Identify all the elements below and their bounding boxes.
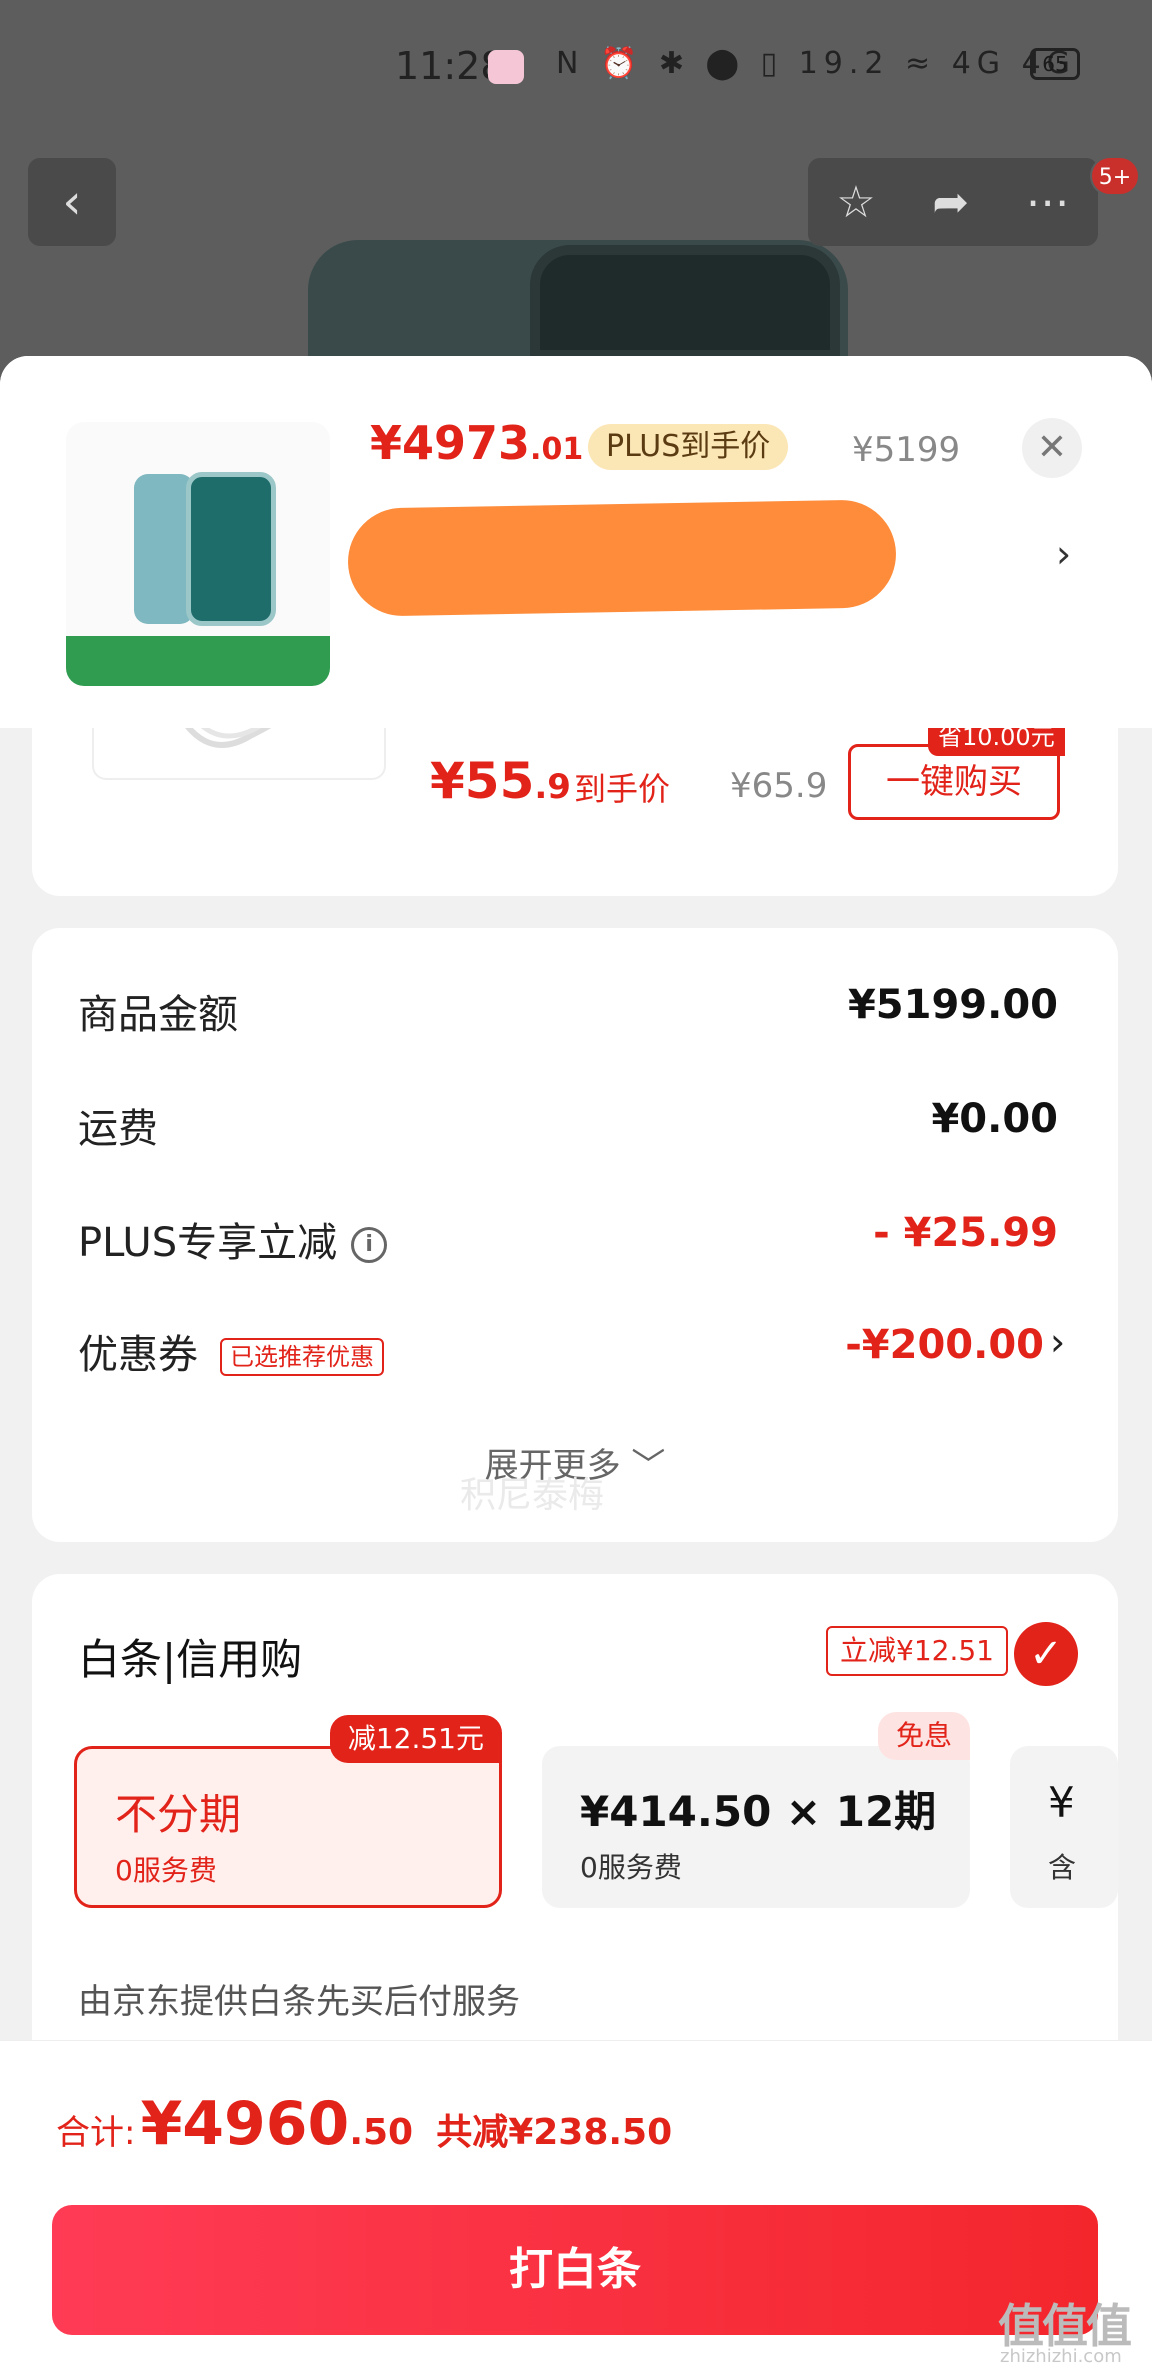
baitiao-note: 由京东提供白条先买后付服务: [78, 1982, 520, 2022]
option-badge: 减12.51元: [329, 1715, 502, 1763]
app-notification-icon: [488, 50, 524, 84]
pay-with-baitiao-button[interactable]: 打白条: [52, 2205, 1098, 2335]
notification-badge: 5+: [1090, 156, 1140, 196]
goods-amount-value: ¥5199.00: [847, 982, 1058, 1028]
watermark-url: zhizhizhi.com: [1000, 2346, 1122, 2367]
back-button[interactable]: ‹: [28, 158, 116, 246]
background-product-image-screen: [530, 245, 840, 360]
goods-amount-label: 商品金额: [78, 992, 238, 1038]
close-button[interactable]: ✕: [1022, 418, 1082, 478]
chevron-right-icon[interactable]: ›: [1056, 532, 1071, 576]
check-icon[interactable]: ✓: [1014, 1622, 1078, 1686]
total-amount: ¥4960: [140, 2089, 350, 2159]
accessory-price-tag: 到手价: [574, 770, 671, 808]
amount-breakdown-card: 商品金额 ¥5199.00 运费 ¥0.00 PLUS专享立减 i - ¥25.9…: [32, 928, 1118, 1542]
chevron-left-icon: ‹: [62, 174, 82, 230]
status-bar: 11:28 N ⏰ ✱ ⬤ ▯ 19.2 ≈ 4G 4G 65: [0, 0, 1152, 140]
coupon-value[interactable]: -¥200.00: [845, 1322, 1044, 1368]
installment-option-12[interactable]: 免息 ¥414.50 × 12期 0服务费: [542, 1712, 970, 1908]
shipping-label: 运费: [78, 1106, 158, 1152]
top-actions: ☆ ➦ ⋯: [808, 158, 1098, 246]
share-icon[interactable]: ➦: [932, 177, 969, 228]
accessory-original-price: ¥65.9: [730, 766, 828, 806]
total-label: 合计:: [56, 2113, 136, 2153]
option-fee: 含: [1048, 1851, 1077, 1884]
option-badge: 免息: [877, 1712, 970, 1760]
baitiao-title: 白条|信用购: [78, 1635, 303, 1684]
installment-option-none[interactable]: 减12.51元 不分期 0服务费: [74, 1715, 502, 1908]
phone-back-image: [134, 474, 194, 624]
product-price: ¥4973.01: [370, 416, 584, 470]
accessory-price: ¥55.9: [430, 752, 571, 810]
status-icons: N ⏰ ✱ ⬤ ▯ 19.2 ≈ 4G 4G: [556, 46, 1076, 81]
star-icon[interactable]: ☆: [836, 177, 875, 228]
option-title: 不分期: [115, 1790, 242, 1839]
original-price: ¥5199: [852, 430, 961, 470]
watermark-text: 积尼泰梅: [460, 1475, 605, 1516]
option-title: ¥: [1048, 1778, 1075, 1827]
total-summary: 合计: ¥4960.50 共减¥238.50: [56, 2089, 672, 2159]
product-header: ¥4973.01 PLUS到手价 ¥5199 ✕ ›: [0, 356, 1152, 728]
option-fee: 0服务费: [115, 1854, 217, 1887]
phone-front-image: [186, 472, 276, 626]
product-thumbnail[interactable]: [66, 422, 330, 686]
installment-option-more[interactable]: ¥ 含: [1010, 1746, 1118, 1908]
option-title: ¥414.50 × 12期: [580, 1787, 937, 1836]
plus-discount-value: - ¥25.99: [873, 1210, 1058, 1256]
option-fee: 0服务费: [580, 1851, 682, 1884]
total-saved: 共减¥238.50: [436, 2112, 673, 2153]
redaction-scribble: [347, 499, 897, 617]
more-icon[interactable]: ⋯: [1026, 177, 1070, 228]
close-icon: ✕: [1036, 427, 1068, 468]
plus-discount-label: PLUS专享立减 i: [78, 1210, 388, 1268]
baitiao-discount-tag: 立减¥12.51: [826, 1626, 1008, 1676]
promo-strip: [66, 636, 330, 686]
coupon-recommend-tag: 已选推荐优惠: [220, 1338, 384, 1376]
shipping-value: ¥0.00: [931, 1096, 1058, 1142]
chevron-right-icon[interactable]: ›: [1050, 1320, 1065, 1364]
battery-icon: 65: [1030, 48, 1080, 80]
info-icon[interactable]: i: [351, 1227, 388, 1263]
total-cents: .50: [349, 2112, 414, 2153]
chevron-down-icon: ﹀: [631, 1446, 666, 1486]
coupon-label: 优惠券 已选推荐优惠: [78, 1322, 384, 1380]
plus-price-tag: PLUS到手价: [588, 424, 789, 470]
checkout-footer: 合计: ¥4960.50 共减¥238.50 打白条: [0, 2040, 1152, 2376]
